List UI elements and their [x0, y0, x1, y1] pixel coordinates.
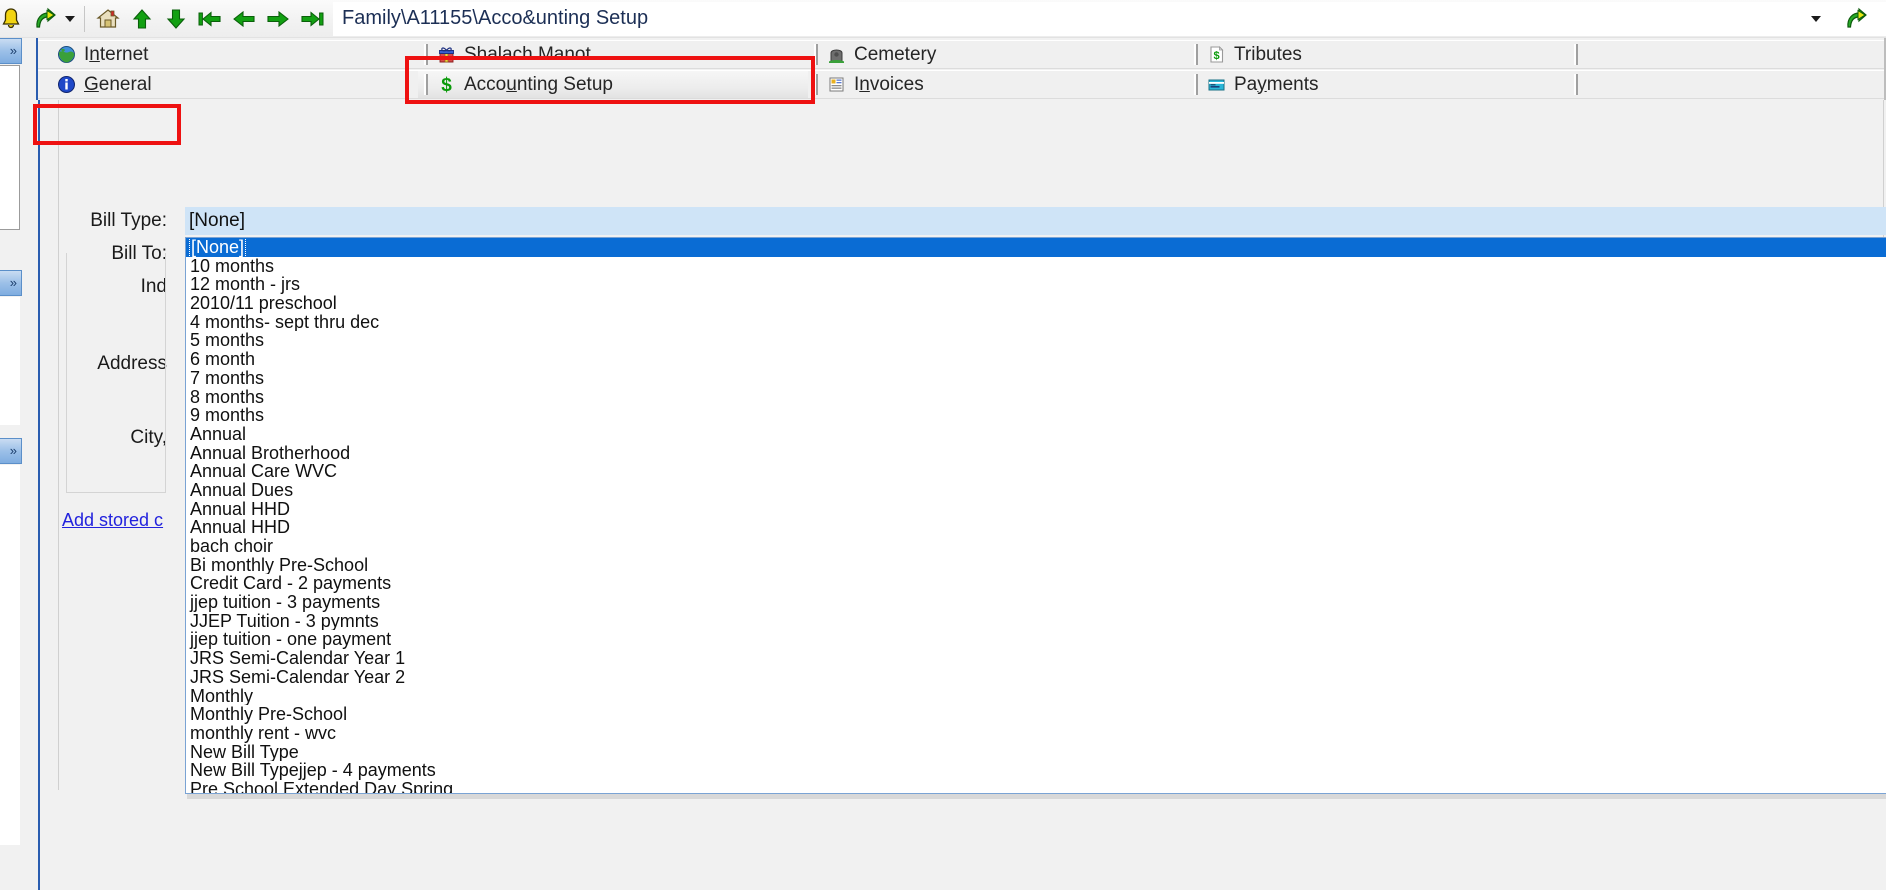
- invoice-icon: [826, 75, 846, 95]
- rail-panel-body-3[interactable]: [0, 465, 20, 845]
- tab-cemetery-label: Cemetery: [854, 43, 937, 65]
- tab-internet[interactable]: Internet: [38, 40, 418, 69]
- dropdown-option[interactable]: 12 month - jrs: [186, 275, 1886, 294]
- last-record-icon[interactable]: [295, 2, 329, 36]
- dropdown-option[interactable]: Monthly: [186, 687, 1886, 706]
- bill-type-dropdown-list[interactable]: [None] 10 months 12 month - jrs 2010/11 pre…: [185, 237, 1886, 794]
- dropdown-option[interactable]: New Bill Typejjep - 4 payments: [186, 761, 1886, 780]
- tab-invoices[interactable]: Invoices: [808, 70, 1188, 99]
- tab-overflow-2[interactable]: [1568, 70, 1886, 99]
- toolbar-overflow-caret-icon[interactable]: [62, 2, 78, 36]
- dropdown-option[interactable]: 8 months: [186, 388, 1886, 407]
- application-window: Family\A11155\Acco&unting Setup » » » In…: [0, 0, 1886, 890]
- dropdown-option[interactable]: JRS Semi-Calendar Year 1: [186, 649, 1886, 668]
- dropdown-option[interactable]: 6 month: [186, 350, 1886, 369]
- payment-card-icon: [1206, 75, 1226, 95]
- dropdown-option[interactable]: Annual: [186, 425, 1886, 444]
- dollar-icon: $: [436, 75, 456, 95]
- dropdown-option[interactable]: Annual Care WVC: [186, 462, 1886, 481]
- previous-record-icon[interactable]: [227, 2, 261, 36]
- dropdown-option[interactable]: Bi monthly Pre-School: [186, 556, 1886, 575]
- left-collapsed-rail: » » »: [0, 38, 36, 890]
- tab-payments-label: Payments: [1234, 73, 1319, 95]
- dropdown-option[interactable]: 4 months- sept thru dec: [186, 313, 1886, 332]
- dropdown-option[interactable]: Annual HHD: [186, 500, 1886, 519]
- svg-text:$: $: [441, 75, 452, 94]
- dropdown-option[interactable]: jjep tuition - one payment: [186, 630, 1886, 649]
- arrow-down-icon[interactable]: [159, 2, 193, 36]
- tab-general-label: General: [84, 73, 152, 95]
- bill-type-combo[interactable]: [None]: [185, 207, 1886, 235]
- tab-overflow-1[interactable]: [1568, 40, 1886, 69]
- dropdown-bottom-shadow: [187, 794, 1886, 799]
- dropdown-option[interactable]: jjep tuition - 3 payments: [186, 593, 1886, 612]
- tab-accounting-setup-label: Accounting Setup: [464, 73, 613, 95]
- tab-invoices-label: Invoices: [854, 73, 924, 95]
- bill-type-label: Bill Type:: [90, 210, 167, 231]
- dropdown-option[interactable]: 10 months: [186, 257, 1886, 276]
- home-icon[interactable]: [91, 2, 125, 36]
- redo-arrow-icon[interactable]: [28, 2, 62, 36]
- dropdown-option[interactable]: 5 months: [186, 331, 1886, 350]
- cemetery-icon: [826, 45, 846, 65]
- arrow-up-icon[interactable]: [125, 2, 159, 36]
- tab-shalach-manot-label: Shalach Manot: [464, 43, 591, 65]
- tab-tributes-label: Tributes: [1234, 43, 1302, 65]
- tab-cemetery[interactable]: Cemetery: [808, 40, 1188, 69]
- dropdown-option[interactable]: 7 months: [186, 369, 1886, 388]
- dropdown-option[interactable]: bach choir: [186, 537, 1886, 556]
- dropdown-option-label: [None]: [188, 238, 247, 257]
- dropdown-option[interactable]: Annual HHD: [186, 518, 1886, 537]
- tab-tributes[interactable]: $ Tributes: [1188, 40, 1568, 69]
- tab-row-top: Internet Shalach Manot Cemetery $ Tribut…: [38, 40, 1886, 69]
- dropdown-option[interactable]: New Bill Type: [186, 743, 1886, 762]
- bill-to-groupbox: [66, 253, 166, 493]
- accounting-setup-form: Bill Type: Bill To: Ind Address City, Ad…: [38, 100, 1886, 890]
- tab-strip: Internet Shalach Manot Cemetery $ Tribut…: [36, 38, 1886, 100]
- form-bottom-area: [38, 838, 1886, 890]
- globe-icon: [56, 45, 76, 65]
- dropdown-option[interactable]: 2010/11 preschool: [186, 294, 1886, 313]
- bell-icon[interactable]: [0, 2, 28, 36]
- rail-chevron-icon-1: »: [9, 43, 17, 58]
- address-dropdown-caret-icon[interactable]: [1805, 3, 1827, 35]
- rail-panel-body-1[interactable]: [0, 65, 20, 230]
- gift-icon: [436, 45, 456, 65]
- main-toolbar: Family\A11155\Acco&unting Setup: [0, 0, 1886, 38]
- address-bar-text: Family\A11155\Acco&unting Setup: [342, 7, 649, 29]
- dropdown-option[interactable]: Pre School Extended Day Spring: [186, 780, 1886, 793]
- rail-panel-header-1[interactable]: »: [0, 38, 22, 64]
- tab-shalach-manot[interactable]: Shalach Manot: [418, 40, 808, 69]
- address-go-icon[interactable]: [1839, 3, 1873, 35]
- dropdown-option[interactable]: Monthly Pre-School: [186, 705, 1886, 724]
- tab-internet-label: Internet: [84, 43, 149, 65]
- rail-chevron-icon-2: »: [9, 275, 17, 290]
- tab-accounting-setup[interactable]: $ Accounting Setup: [418, 70, 808, 99]
- address-bar[interactable]: Family\A11155\Acco&unting Setup: [333, 1, 1886, 36]
- dropdown-option[interactable]: Credit Card - 2 payments: [186, 574, 1886, 593]
- tab-general[interactable]: General: [38, 70, 418, 99]
- toolbar-separator: [84, 5, 85, 32]
- svg-text:$: $: [1213, 50, 1219, 62]
- dropdown-option[interactable]: JRS Semi-Calendar Year 2: [186, 668, 1886, 687]
- dropdown-option[interactable]: Annual Brotherhood: [186, 444, 1886, 463]
- next-record-icon[interactable]: [261, 2, 295, 36]
- rail-panel-header-3[interactable]: »: [0, 438, 22, 464]
- info-icon: [56, 75, 76, 95]
- dropdown-option[interactable]: Annual Dues: [186, 481, 1886, 500]
- rail-chevron-icon-3: »: [9, 443, 17, 458]
- rail-panel-header-2[interactable]: »: [0, 270, 22, 296]
- dropdown-option[interactable]: JJEP Tuition - 3 pymnts: [186, 612, 1886, 631]
- dropdown-option[interactable]: [None]: [186, 238, 1886, 257]
- dropdown-option[interactable]: monthly rent - wvc: [186, 724, 1886, 743]
- add-stored-card-link[interactable]: Add stored c: [62, 510, 163, 531]
- first-record-icon[interactable]: [193, 2, 227, 36]
- tab-payments[interactable]: Payments: [1188, 70, 1568, 99]
- rail-panel-body-2[interactable]: [0, 297, 20, 425]
- dropdown-option[interactable]: 9 months: [186, 406, 1886, 425]
- tab-row-bottom: General $ Accounting Setup Invoices Paym…: [38, 70, 1886, 99]
- bill-type-combo-value: [None]: [189, 210, 245, 231]
- tribute-doc-icon: $: [1206, 45, 1226, 65]
